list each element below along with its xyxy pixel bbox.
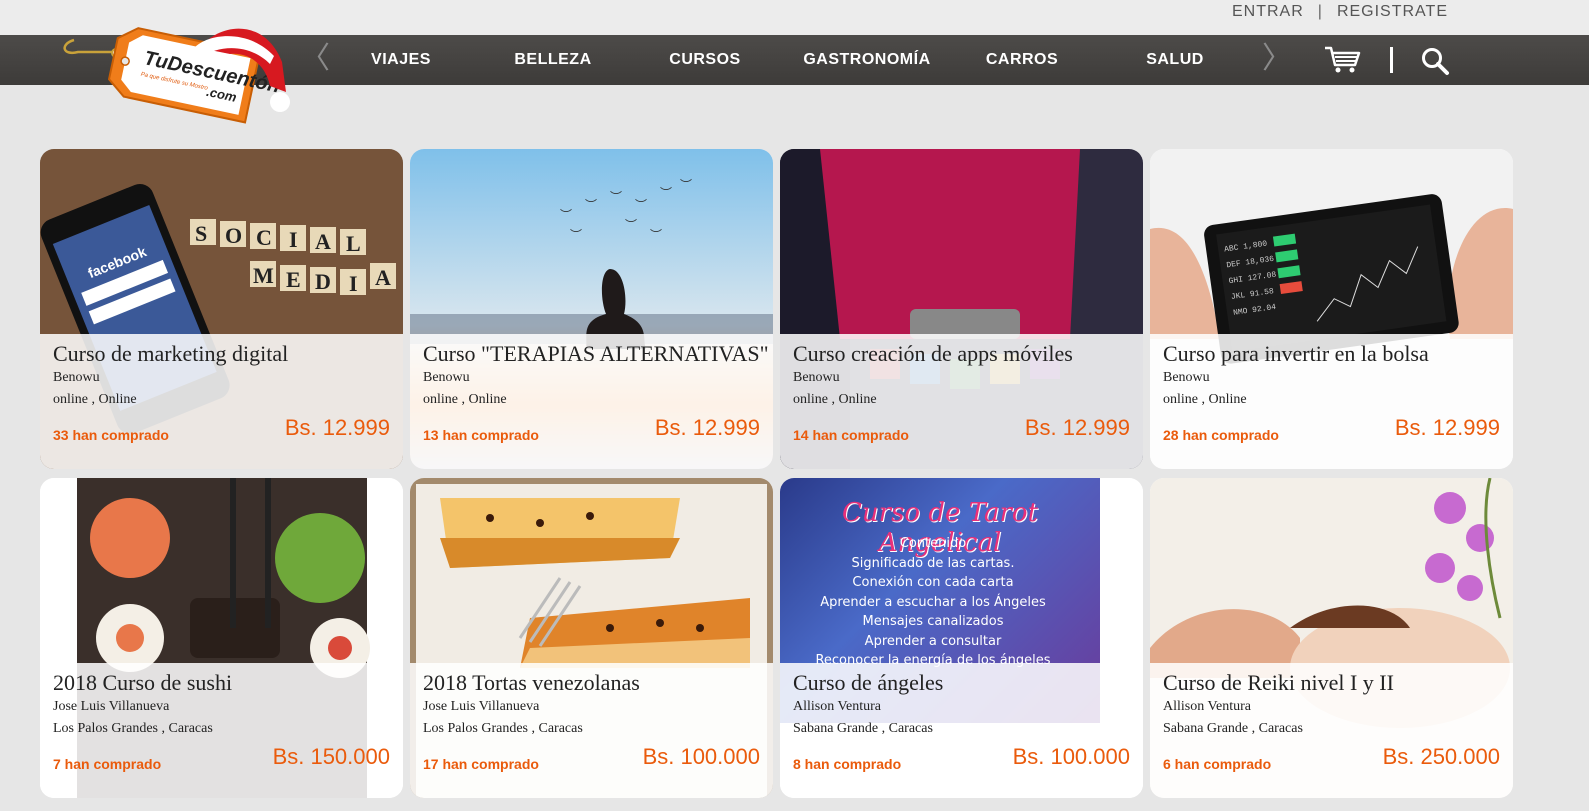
svg-text:︶: ︶ <box>570 228 582 242</box>
card-sold-count: 6 han comprado <box>1163 756 1272 772</box>
product-card-apps[interactable]: Curso creación de apps móviles Benowu on… <box>780 149 1143 469</box>
card-sold-count: 14 han comprado <box>793 427 909 443</box>
poster-line: Mensajes canalizados <box>862 614 1004 629</box>
card-info: Curso para invertir en la bolsa Benowu o… <box>1150 334 1513 469</box>
card-title[interactable]: Curso para invertir en la bolsa <box>1163 340 1500 367</box>
svg-text:A: A <box>315 229 331 254</box>
card-vendor: Allison Ventura <box>1163 699 1252 714</box>
card-title[interactable]: Curso "TERAPIAS ALTERNATIVAS" <box>423 340 769 367</box>
nav-next-arrow-icon[interactable]: 〉 <box>1262 44 1292 74</box>
search-icon[interactable] <box>1420 46 1450 76</box>
card-price: Bs. 100.000 <box>1012 744 1130 769</box>
card-location: Los Palos Grandes , Caracas <box>53 721 213 736</box>
card-vendor: Benowu <box>793 370 840 385</box>
svg-text:︶: ︶ <box>585 198 597 212</box>
card-title[interactable]: Curso de marketing digital <box>53 340 390 367</box>
login-link[interactable]: ENTRAR <box>1232 3 1304 21</box>
card-title[interactable]: Curso creación de apps móviles <box>793 340 1130 367</box>
card-vendor: Jose Luis Villanueva <box>423 699 540 714</box>
product-card-sushi[interactable]: 2018 Curso de sushi Jose Luis Villanueva… <box>40 478 403 798</box>
card-sold-count: 13 han comprado <box>423 427 539 443</box>
product-card-terapias[interactable]: ︶ ︶ ︶ ︶ ︶ ︶ ︶ ︶ ︶ Curso "TERAPIAS ALTERNATIVAS… <box>410 149 773 469</box>
card-sold-count: 7 han comprado <box>53 756 162 772</box>
svg-text:L: L <box>346 231 361 256</box>
poster-line: Aprender a escuchar a los Ángeles <box>820 594 1046 610</box>
card-price: Bs. 12.999 <box>284 415 390 440</box>
nav-item-viajes[interactable]: VIAJES <box>326 51 476 69</box>
card-location: Sabana Grande , Caracas <box>1163 721 1303 736</box>
card-title[interactable]: Curso de Reiki nivel I y II <box>1163 669 1500 696</box>
product-card-marketing[interactable]: facebook S O C I A L M E D I A Curso de … <box>40 149 403 469</box>
svg-text:︶: ︶ <box>625 218 637 232</box>
card-location: online , Online <box>1163 392 1247 407</box>
poster-line: Significado de las cartas. <box>851 555 1015 571</box>
account-separator: | <box>1317 3 1323 20</box>
nav-item-belleza[interactable]: BELLEZA <box>478 51 628 69</box>
cart-icon[interactable] <box>1324 45 1362 75</box>
site-logo[interactable]: TuDescuentón .com Pa que disfrute su Mos… <box>60 22 300 132</box>
svg-text:D: D <box>315 269 331 294</box>
nav-item-salud[interactable]: SALUD <box>1100 51 1250 69</box>
card-title[interactable]: 2018 Curso de sushi <box>53 669 390 696</box>
card-location: online , Online <box>53 392 137 407</box>
card-price: Bs. 150.000 <box>272 744 390 769</box>
card-info: Curso "TERAPIAS ALTERNATIVAS" Benowu onl… <box>410 334 773 469</box>
card-info: Curso de marketing digital Benowu online… <box>40 334 403 469</box>
card-vendor: Allison Ventura <box>793 699 882 714</box>
poster-line: Conexión con cada carta <box>852 575 1014 590</box>
register-link[interactable]: REGISTRATE <box>1337 3 1448 21</box>
svg-text:A: A <box>375 265 391 290</box>
card-vendor: Jose Luis Villanueva <box>53 699 170 714</box>
svg-text:︶: ︶ <box>660 186 672 200</box>
account-links: ENTRAR | REGISTRATE <box>1232 3 1448 21</box>
card-location: online , Online <box>423 392 507 407</box>
card-vendor: Benowu <box>423 370 470 385</box>
card-location: online , Online <box>793 392 877 407</box>
card-info: Curso de ángeles Allison Ventura Sabana … <box>780 663 1143 798</box>
nav-item-cursos[interactable]: CURSOS <box>630 51 780 69</box>
svg-text:E: E <box>286 267 301 292</box>
card-info: 2018 Tortas venezolanas Jose Luis Villan… <box>410 663 773 798</box>
card-price: Bs. 12.999 <box>654 415 760 440</box>
card-vendor: Benowu <box>53 370 100 385</box>
svg-text:︶: ︶ <box>680 178 692 192</box>
card-info: Curso creación de apps móviles Benowu on… <box>780 334 1143 469</box>
card-sold-count: 8 han comprado <box>793 756 902 772</box>
svg-text:I: I <box>349 271 358 296</box>
card-info: 2018 Curso de sushi Jose Luis Villanueva… <box>40 663 403 798</box>
svg-text:︶: ︶ <box>610 190 622 204</box>
card-location: Sabana Grande , Caracas <box>793 721 933 736</box>
product-card-reiki[interactable]: Curso de Reiki nivel I y II Allison Vent… <box>1150 478 1513 798</box>
card-price: Bs. 12.999 <box>1024 415 1130 440</box>
nav-item-gastronomia[interactable]: GASTRONOMÍA <box>792 51 942 69</box>
nav-item-carros[interactable]: CARROS <box>947 51 1097 69</box>
card-sold-count: 28 han comprado <box>1163 427 1279 443</box>
card-price: Bs. 12.999 <box>1394 415 1500 440</box>
nav-divider <box>1390 47 1393 73</box>
card-title[interactable]: Curso de ángeles <box>793 669 1130 696</box>
svg-text:︶: ︶ <box>650 228 662 242</box>
card-title[interactable]: 2018 Tortas venezolanas <box>423 669 760 696</box>
card-location: Los Palos Grandes , Caracas <box>423 721 583 736</box>
svg-text:I: I <box>289 227 298 252</box>
card-sold-count: 33 han comprado <box>53 427 169 443</box>
card-price: Bs. 250.000 <box>1382 744 1500 769</box>
product-card-angeles[interactable]: Curso de Tarot Angelical Contenido Signi… <box>780 478 1143 798</box>
svg-text:︶: ︶ <box>560 208 572 222</box>
poster-line: Contenido <box>899 536 967 551</box>
svg-text:C: C <box>256 225 272 250</box>
svg-text:S: S <box>195 221 207 246</box>
card-info: Curso de Reiki nivel I y II Allison Vent… <box>1150 663 1513 798</box>
svg-text:O: O <box>225 223 242 248</box>
product-card-tortas[interactable]: 2018 Tortas venezolanas Jose Luis Villan… <box>410 478 773 798</box>
card-vendor: Benowu <box>1163 370 1210 385</box>
product-card-bolsa[interactable]: ABC 1,800 DEF 18,036 GHI 127.08 JKL 91.58 … <box>1150 149 1513 469</box>
card-sold-count: 17 han comprado <box>423 756 539 772</box>
card-price: Bs. 100.000 <box>642 744 760 769</box>
svg-text:M: M <box>253 263 274 288</box>
poster-line: Aprender a consultar <box>864 633 1002 649</box>
svg-text:︶: ︶ <box>635 198 647 212</box>
